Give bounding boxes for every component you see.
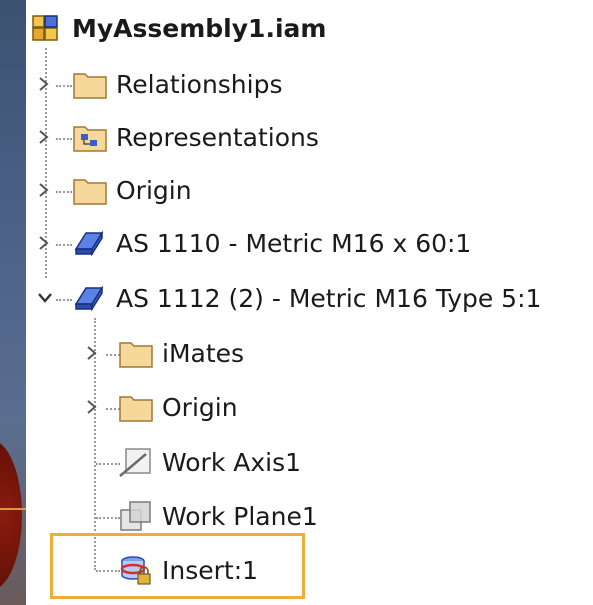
item-label: Work Plane1 <box>162 501 318 531</box>
tree-root-assembly[interactable]: MyAssembly1.iam <box>30 8 326 48</box>
folder-icon <box>119 342 153 368</box>
chevron-right-icon[interactable] <box>82 391 104 423</box>
folder-icon <box>73 179 107 205</box>
chevron-down-icon[interactable] <box>34 282 56 314</box>
model-geometry <box>0 440 22 590</box>
highlight-box <box>50 533 305 599</box>
graphics-viewport-edge <box>0 0 26 605</box>
item-label: AS 1112 (2) - Metric M16 Type 5:1 <box>116 283 542 313</box>
item-label: AS 1110 - Metric M16 x 60:1 <box>116 228 472 258</box>
representations-icon <box>73 126 107 152</box>
tree-item-part-as1112[interactable]: AS 1112 (2) - Metric M16 Type 5:1 <box>34 278 541 318</box>
model-edge-line <box>0 508 26 510</box>
tree-item-relationships[interactable]: Relationships <box>34 64 283 104</box>
part-icon <box>74 285 104 312</box>
item-label: Work Axis1 <box>162 447 302 477</box>
work-axis-icon <box>119 448 151 477</box>
item-label: Representations <box>116 122 319 152</box>
chevron-right-icon[interactable] <box>34 68 56 100</box>
model-browser-tree: MyAssembly1.iam Relationships Representa… <box>26 0 593 605</box>
tree-item-origin-child[interactable]: Origin <box>82 387 238 427</box>
tree-item-work-axis[interactable]: Work Axis1 <box>118 442 301 482</box>
root-label: MyAssembly1.iam <box>72 13 327 43</box>
tree-guide <box>96 517 120 519</box>
work-plane-icon <box>120 501 151 531</box>
tree-item-representations[interactable]: Representations <box>34 117 319 157</box>
tree-item-work-plane[interactable]: Work Plane1 <box>118 496 318 536</box>
chevron-right-icon[interactable] <box>34 174 56 206</box>
assembly-icon <box>32 15 58 41</box>
tree-guide <box>96 463 120 465</box>
part-icon <box>74 230 104 257</box>
chevron-right-icon[interactable] <box>82 337 104 369</box>
folder-icon <box>119 396 153 422</box>
chevron-right-icon[interactable] <box>34 227 56 259</box>
item-label: Relationships <box>116 69 283 99</box>
tree-item-part-as1110[interactable]: AS 1110 - Metric M16 x 60:1 <box>34 223 471 263</box>
chevron-right-icon[interactable] <box>34 121 56 153</box>
item-label: iMates <box>162 338 245 368</box>
tree-item-imates[interactable]: iMates <box>82 333 244 373</box>
item-label: Origin <box>162 392 238 422</box>
tree-item-origin[interactable]: Origin <box>34 170 192 210</box>
folder-icon <box>73 73 107 99</box>
item-label: Origin <box>116 175 192 205</box>
